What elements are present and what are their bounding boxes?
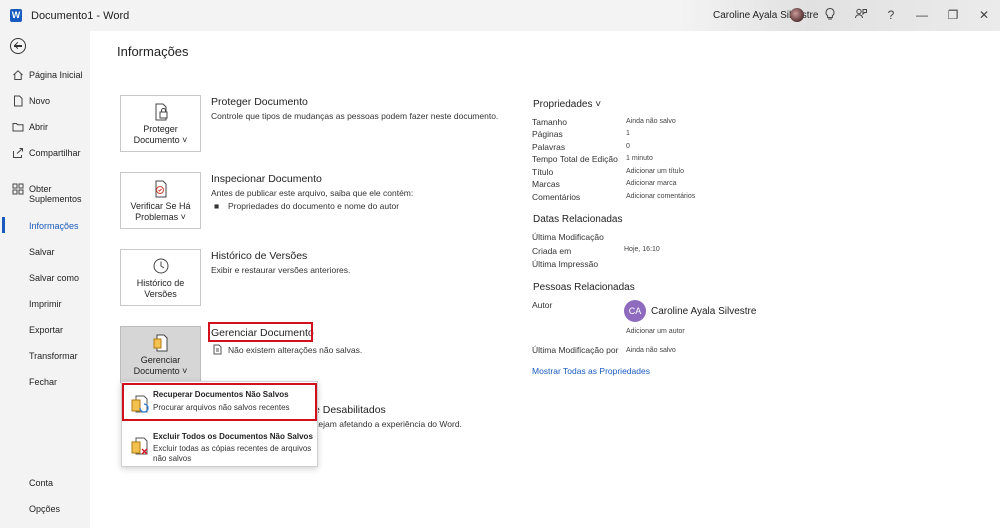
related-people-header: Pessoas Relacionadas [533,282,635,293]
related-dates-header: Datas Relacionadas [533,214,623,225]
section-description: Exibir e restaurar versões anteriores. [211,265,351,275]
share-icon [13,148,23,158]
prop-value-words: 0 [626,143,630,150]
delete-unsaved-documents-item[interactable]: Excluir Todos os Documentos Não Salvos E… [122,428,317,466]
check-issues-button[interactable]: Verificar Se Há Problemas ˅ [120,172,201,229]
sidebar-item-label: Compartilhar [29,148,81,158]
prop-value-title-input[interactable]: Adicionar um título [626,168,684,175]
bullet-icon: ■ [214,201,220,211]
prop-value-pages: 1 [626,130,630,137]
active-indicator [2,217,5,233]
sidebar-item-label: Fechar [29,377,58,387]
folder-icon [12,123,24,132]
sidebar-item-label: Exportar [29,325,64,335]
title-bar: W Documento1 - Word Caroline Ayala Silve… [0,0,1000,31]
menu-item-description: Excluir todas as cópias recentes de arqu… [153,444,312,463]
word-logo-icon: W [10,9,22,22]
lock-document-icon [155,103,168,121]
lightbulb-icon[interactable] [822,7,838,23]
sidebar-item-label: Página Inicial [29,70,83,80]
version-history-button[interactable]: Histórico de Versões [120,249,201,306]
document-title: Documento1 - Word [31,10,130,22]
prop-label-comments: Comentários [532,192,581,202]
highlight-box-recover [122,383,317,421]
sidebar-item-label: Conta [29,478,54,488]
prop-value-last-modified-by: Ainda não salvo [626,347,676,354]
prop-label-pages: Páginas [532,129,563,139]
button-label-line2: Documento ˅ [133,366,188,376]
prop-value-created: Hoje, 16:10 [624,246,660,253]
add-author-input[interactable]: Adicionar um autor [626,328,685,335]
prop-label-last-modified-by: Última Modificação por [532,345,619,355]
button-label: Verificar Se Há [130,201,191,211]
prop-label-size: Tamanho [532,117,567,127]
highlight-box-manage-title [208,322,313,342]
restore-icon[interactable]: ❐ [945,7,961,23]
section-description: Antes de publicar este arquivo, saiba qu… [211,188,414,198]
inspect-document-icon [155,180,167,198]
document-status-icon [213,344,222,355]
help-icon[interactable]: ? [883,7,899,23]
close-icon[interactable]: ✕ [976,7,992,23]
sidebar-item-label: Salvar [29,247,55,257]
prop-label-edit-time: Tempo Total de Edição [532,154,618,164]
prop-label-created: Criada em [532,246,572,256]
sidebar-item-label: Salvar como [29,273,80,283]
sidebar-item-label: Novo [29,96,51,106]
addins-icon [12,183,24,195]
section-description-partial: e estejam afetando a experiência do Word… [300,419,462,429]
prop-value-size: Ainda não salvo [626,118,676,125]
button-label: Histórico de [136,278,185,288]
button-label: Gerenciar [140,355,181,365]
prop-label-last-printed: Última Impressão [532,259,599,269]
prop-label-last-modified: Última Modificação [532,232,604,242]
back-arrow-icon[interactable] [10,38,26,54]
new-doc-icon [14,95,23,107]
page-title: Informações [117,44,189,59]
prop-value-tags-input[interactable]: Adicionar marca [626,180,677,187]
author-name[interactable]: Caroline Ayala Silvestre [651,306,756,317]
sidebar-item-label: Informações [29,221,79,231]
button-label-line2: Documento ˅ [133,135,188,145]
prop-label-author: Autor [532,300,553,310]
protect-document-button[interactable]: Proteger Documento ˅ [120,95,201,152]
sidebar-item-label: Transformar [29,351,78,361]
section-description: Controle que tipos de mudanças as pessoa… [211,111,499,121]
home-icon [13,70,23,80]
section-title: Proteger Documento [211,96,308,108]
sidebar-item-label: Opções [29,504,61,514]
sidebar-item-label: Imprimir [29,299,62,309]
sidebar-item-label-line2: Suplementos [29,194,82,204]
manage-document-icon [153,334,168,352]
sidebar-item-label: Abrir [29,122,49,132]
prop-label-title: Título [532,167,554,177]
account-avatar[interactable] [790,8,804,22]
button-label-line2: Problemas ˅ [135,212,186,222]
section-title: Histórico de Versões [211,250,308,262]
menu-item-title: Excluir Todos os Documentos Não Salvos [153,432,313,441]
backstage-sidebar: Página Inicial Novo Abrir Compartilhar O… [0,31,90,528]
section-bullet-text: Propriedades do documento e nome do auto… [228,201,400,211]
button-label: Proteger [143,124,178,134]
delete-document-icon [131,437,148,455]
section-description: Não existem alterações não salvas. [228,345,363,355]
prop-value-comments-input[interactable]: Adicionar comentários [626,193,695,200]
show-all-properties-link[interactable]: Mostrar Todas as Propriedades [532,366,650,376]
author-avatar[interactable]: CA [624,300,646,322]
prop-label-tags: Marcas [532,179,560,189]
prop-label-words: Palavras [532,142,566,152]
prop-value-edit-time: 1 minuto [626,155,653,162]
minimize-icon[interactable]: — [914,7,930,23]
people-icon[interactable] [853,7,869,23]
history-clock-icon [153,258,169,274]
properties-header[interactable]: Propriedades ˅ [533,99,601,110]
section-title: Inspecionar Documento [211,173,322,185]
sidebar-item-label: Obter [29,184,52,194]
manage-document-button[interactable]: Gerenciar Documento ˅ [120,326,201,383]
button-label-line2: Versões [144,289,177,299]
